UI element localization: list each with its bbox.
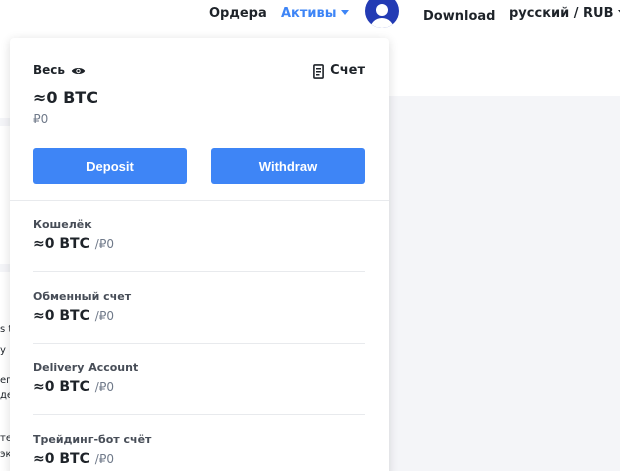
user-icon xyxy=(376,4,388,16)
user-avatar[interactable] xyxy=(365,0,399,28)
account-balance-btc: ≈0 BTC xyxy=(33,379,90,395)
nav-language-currency[interactable]: русский / RUB xyxy=(509,6,620,22)
total-balance-fiat: ₽0 xyxy=(33,112,49,126)
account-name: Кошелёк xyxy=(33,218,92,231)
deposit-button[interactable]: Deposit xyxy=(33,148,187,184)
account-row-delivery[interactable]: Delivery Account ≈0 BTC /₽0 xyxy=(33,361,365,396)
account-balance-btc: ≈0 BTC xyxy=(33,236,90,252)
divider xyxy=(33,414,365,415)
total-balance-btc: ≈0 BTC xyxy=(33,88,98,107)
withdraw-button[interactable]: Withdraw xyxy=(211,148,365,184)
nav-orders[interactable]: Ордера xyxy=(209,6,267,22)
account-balance: ≈0 BTC /₽0 xyxy=(33,378,365,396)
account-balance: ≈0 BTC /₽0 xyxy=(33,307,365,325)
total-balance-header: Весь xyxy=(33,63,86,77)
account-name: Трейдинг-бот счёт xyxy=(33,433,152,446)
account-balance-btc: ≈0 BTC xyxy=(33,451,90,467)
account-link[interactable]: Счет xyxy=(313,63,365,79)
account-balance-btc: ≈0 BTC xyxy=(33,308,90,324)
account-row-wallet[interactable]: Кошелёк ≈0 BTC /₽0 xyxy=(33,218,365,253)
nav-assets[interactable]: Активы xyxy=(281,6,349,22)
chevron-down-icon xyxy=(340,10,349,15)
top-navigation: Ордера Активы Download русский / RUB xyxy=(0,0,620,30)
document-icon xyxy=(313,63,325,79)
account-balance-fiat: /₽0 xyxy=(94,309,115,323)
account-balance: ≈0 BTC /₽0 xyxy=(33,235,365,253)
account-balance-fiat: /₽0 xyxy=(94,380,115,394)
account-name: Delivery Account xyxy=(33,361,139,374)
eye-icon[interactable] xyxy=(71,65,86,75)
account-balance-fiat: /₽0 xyxy=(94,452,115,466)
account-link-label: Счет xyxy=(330,63,365,78)
account-name: Обменный счет xyxy=(33,290,132,303)
divider xyxy=(33,343,365,344)
divider xyxy=(33,271,365,272)
account-balance-fiat: /₽0 xyxy=(94,237,115,251)
nav-download[interactable]: Download xyxy=(423,9,495,25)
assets-dropdown: Весь Счет ≈0 BTC ₽0 Deposit Withdraw Кош… xyxy=(10,38,389,471)
total-balance-label: Весь xyxy=(33,63,65,77)
account-balance: ≈0 BTC /₽0 xyxy=(33,450,365,468)
nav-assets-label: Активы xyxy=(281,6,337,21)
account-row-trading-bot[interactable]: Трейдинг-бот счёт ≈0 BTC /₽0 xyxy=(33,433,365,468)
divider xyxy=(10,200,389,201)
account-row-exchange[interactable]: Обменный счет ≈0 BTC /₽0 xyxy=(33,290,365,325)
language-currency-label: русский / RUB xyxy=(509,6,614,21)
